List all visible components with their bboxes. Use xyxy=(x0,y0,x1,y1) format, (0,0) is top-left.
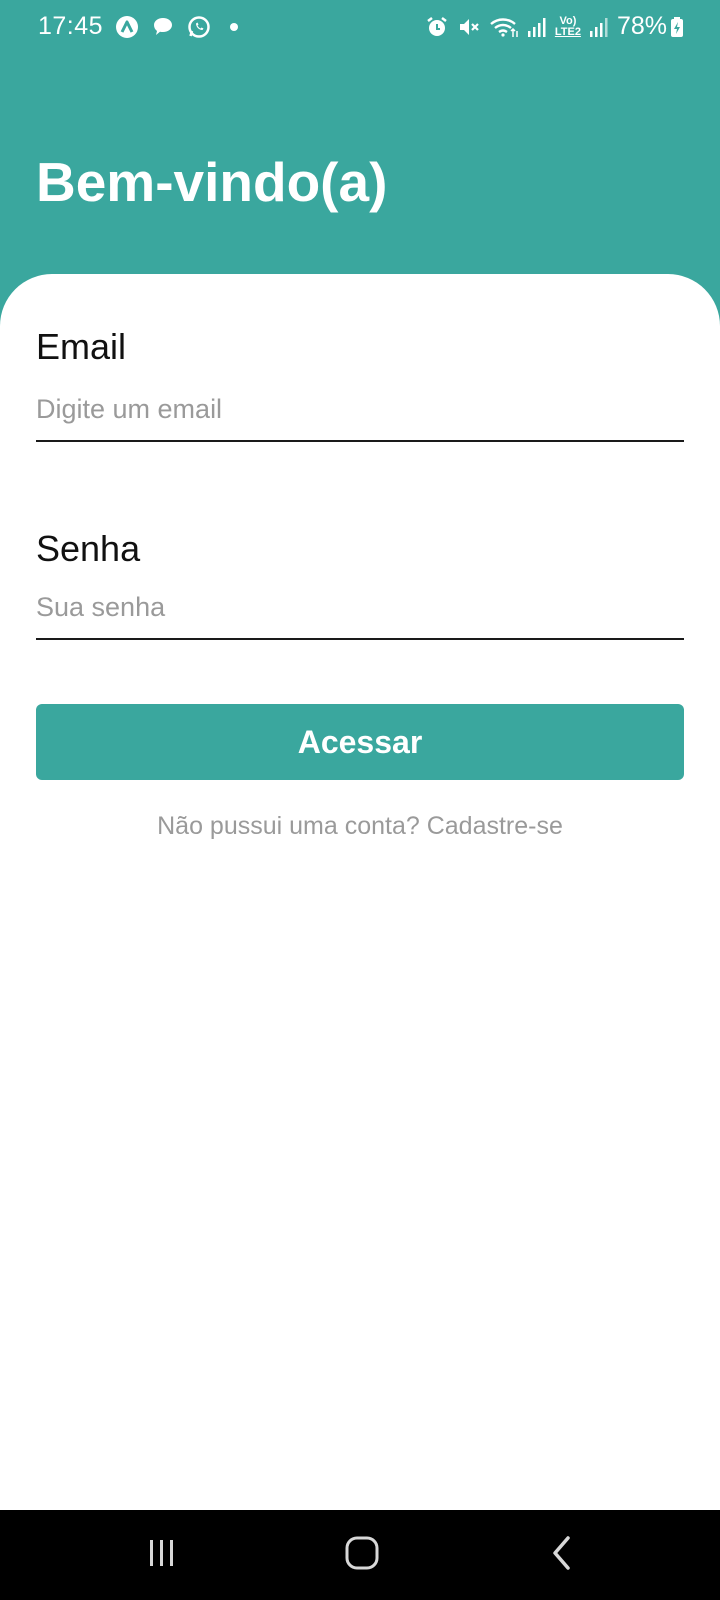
recents-icon xyxy=(146,1538,178,1573)
lte-label: LTE2 xyxy=(554,25,581,38)
signal-icon xyxy=(527,16,547,38)
status-bar: 17:45 Vo) LTE2 78% xyxy=(0,0,720,52)
login-button[interactable]: Acessar xyxy=(36,704,684,780)
signup-link[interactable]: Não pussui uma conta? Cadastre-se xyxy=(0,812,720,841)
wifi-icon xyxy=(489,15,519,39)
alarm-icon xyxy=(425,15,449,39)
message-bubble-icon xyxy=(151,15,175,39)
password-label: Senha xyxy=(36,528,141,569)
password-field[interactable] xyxy=(36,576,684,640)
battery-charging-icon xyxy=(670,16,684,38)
email-label: Email xyxy=(36,326,127,367)
back-icon xyxy=(550,1535,574,1576)
page-title: Bem-vindo(a) xyxy=(36,151,388,213)
volte-lte2-icon: Vo) LTE2 xyxy=(554,14,581,38)
dot-icon xyxy=(229,22,239,32)
email-field[interactable] xyxy=(36,378,684,442)
login-card: Email Senha Acessar Não pussui uma conta… xyxy=(0,274,720,1510)
volte-label: Vo) xyxy=(559,14,577,27)
recents-button[interactable] xyxy=(132,1532,192,1578)
whatsapp-icon xyxy=(187,15,211,39)
home-button[interactable] xyxy=(332,1532,392,1578)
status-time: 17:45 xyxy=(38,12,104,40)
mute-icon xyxy=(457,15,481,39)
navigation-bar xyxy=(0,1510,720,1600)
back-button[interactable] xyxy=(532,1532,592,1578)
battery-percentage: 78% xyxy=(616,12,667,40)
home-icon xyxy=(344,1535,380,1576)
status-right: Vo) LTE2 78% xyxy=(417,12,684,41)
app-a-icon xyxy=(115,15,139,39)
status-left: 17:45 xyxy=(38,12,239,41)
signal-icon xyxy=(589,16,609,38)
